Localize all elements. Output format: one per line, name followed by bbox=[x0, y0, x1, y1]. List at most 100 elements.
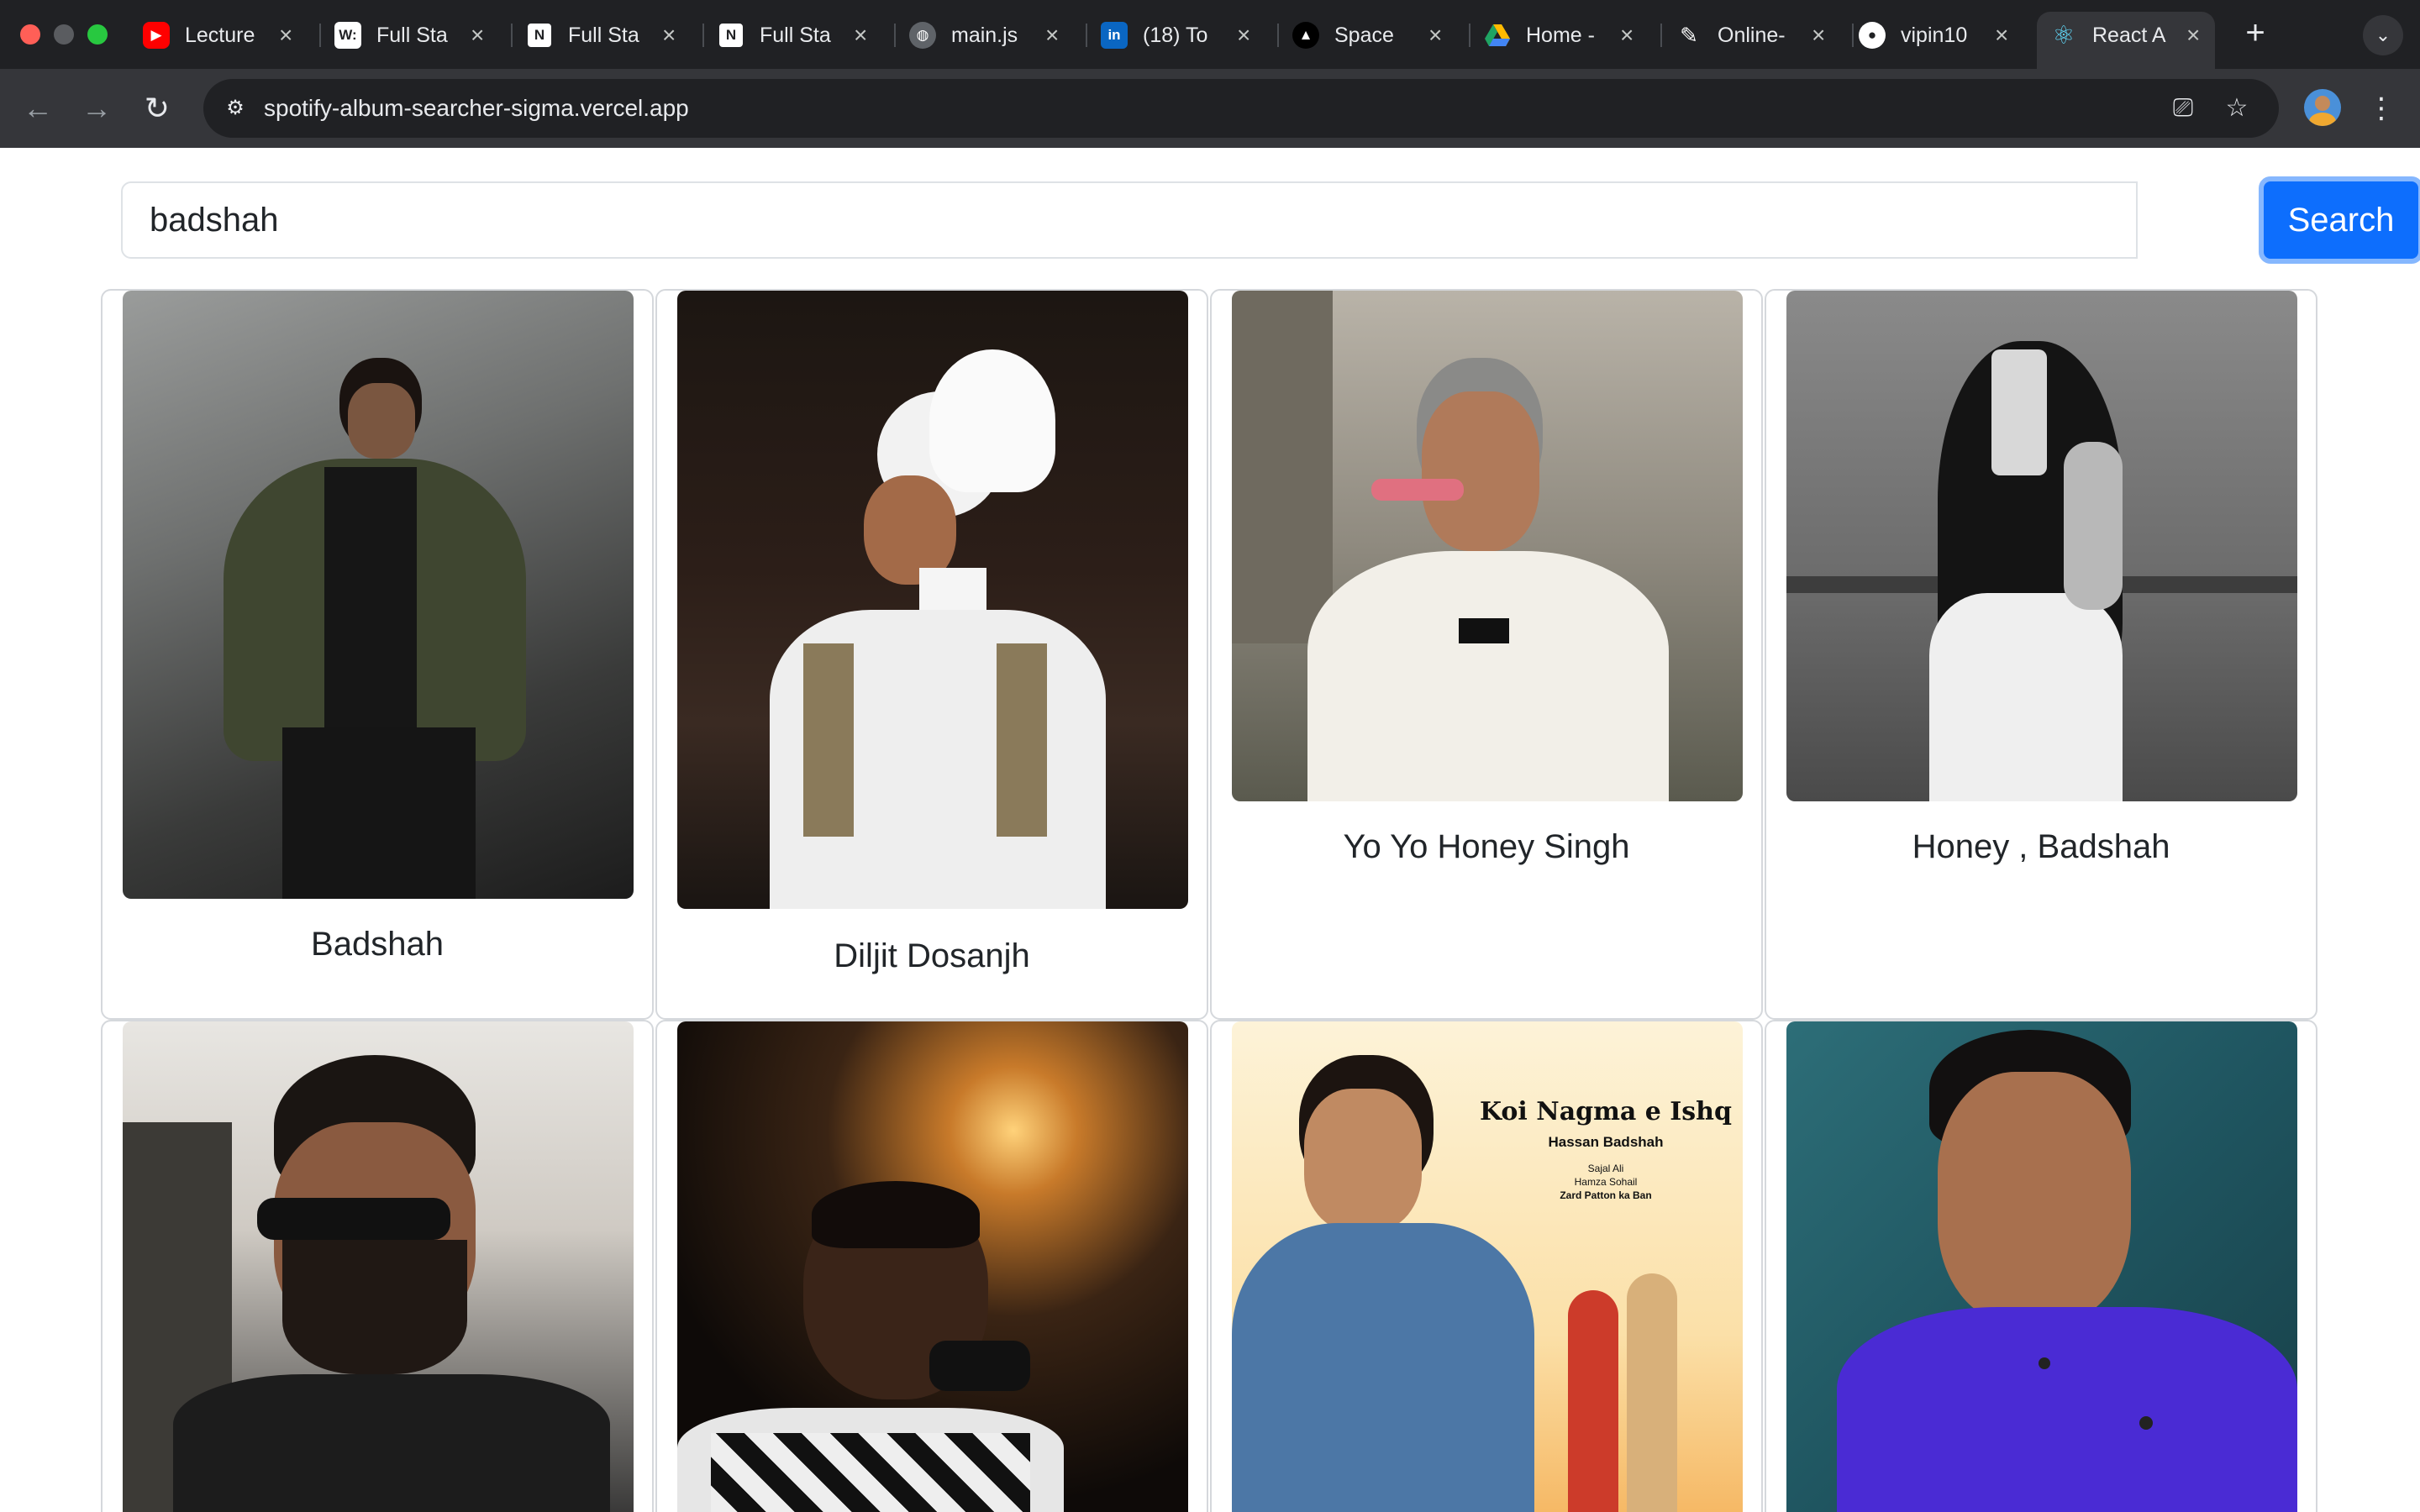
artist-card[interactable]: Diljit Dosanjh bbox=[655, 289, 1208, 1020]
tab-title: vipin10 bbox=[1901, 23, 1968, 47]
artist-name: Yo Yo Honey Singh bbox=[1343, 828, 1630, 865]
address-text[interactable]: spotify-album-searcher-sigma.vercel.app bbox=[264, 79, 689, 138]
poster-title: Koi Nagma e Ishq bbox=[1480, 1097, 1732, 1126]
artist-card[interactable]: Yo Yo Honey Singh bbox=[1210, 289, 1763, 1020]
triangle-logo-icon: ▲ bbox=[1292, 22, 1319, 49]
tab-full-stack-2[interactable]: N Full Sta × bbox=[526, 13, 676, 57]
page-content: Search Badshah Dil bbox=[0, 148, 2420, 1512]
search-form: Search bbox=[121, 176, 2420, 264]
tab-separator bbox=[894, 24, 896, 47]
tab-home-drive[interactable]: Home - × bbox=[1484, 13, 1634, 57]
tab-title: main.js bbox=[951, 23, 1018, 47]
poster-subtitle: Hassan Badshah bbox=[1548, 1134, 1664, 1150]
notion-icon: N bbox=[718, 22, 744, 49]
search-button[interactable]: Search bbox=[2259, 176, 2420, 264]
close-tab-icon[interactable]: × bbox=[854, 24, 867, 47]
artist-card[interactable] bbox=[655, 1020, 1208, 1512]
close-tab-icon[interactable]: × bbox=[1995, 24, 2008, 47]
tab-title: React A bbox=[2092, 23, 2166, 47]
globe-icon: ◍ bbox=[909, 22, 936, 49]
youtube-icon: ▶ bbox=[143, 22, 170, 49]
tab-separator bbox=[1086, 24, 1087, 47]
artist-name: Diljit Dosanjh bbox=[834, 937, 1030, 974]
w-letter-icon: W: bbox=[334, 22, 361, 49]
close-tab-icon[interactable]: × bbox=[1045, 24, 1059, 47]
tab-title: (18) To bbox=[1143, 23, 1208, 47]
artist-image bbox=[1786, 291, 2297, 801]
tab-strip: ▶ Lecture × W: Full Sta × N Full Sta × N… bbox=[0, 0, 2420, 69]
tab-title: Lecture bbox=[185, 23, 255, 47]
browser-chrome: ▶ Lecture × W: Full Sta × N Full Sta × N… bbox=[0, 0, 2420, 148]
tab-title: Full Sta bbox=[568, 23, 639, 47]
tab-separator bbox=[1277, 24, 1279, 47]
artist-name: Honey , Badshah bbox=[1912, 828, 2170, 865]
artist-image bbox=[677, 291, 1188, 909]
google-drive-icon bbox=[1484, 22, 1511, 49]
tab-search-button[interactable]: ⌄ bbox=[2363, 15, 2403, 55]
bookmark-star-icon[interactable]: ☆ bbox=[2217, 88, 2257, 129]
tab-space[interactable]: ▲ Space × bbox=[1292, 13, 1442, 57]
new-tab-button[interactable]: + bbox=[2235, 13, 2275, 54]
minimize-window-button[interactable] bbox=[54, 24, 74, 45]
tab-github[interactable]: ● vipin10 × bbox=[1859, 13, 2008, 57]
pen-tool-icon: ✎ bbox=[1680, 22, 1698, 48]
search-input[interactable] bbox=[121, 181, 2138, 259]
tab-title: Full Sta bbox=[376, 23, 448, 47]
close-tab-icon[interactable]: × bbox=[471, 24, 484, 47]
artist-card[interactable] bbox=[1765, 1020, 2317, 1512]
tab-separator bbox=[1469, 24, 1470, 47]
tab-separator bbox=[511, 24, 513, 47]
close-tab-icon[interactable]: × bbox=[1812, 24, 1825, 47]
tab-react-app[interactable]: ⚛ React A × bbox=[2050, 13, 2201, 57]
artist-image bbox=[123, 291, 634, 899]
poster-credit: Sajal Ali bbox=[1587, 1163, 1624, 1174]
close-tab-icon[interactable]: × bbox=[662, 24, 676, 47]
tab-online[interactable]: ✎ Online- × bbox=[1676, 13, 1825, 57]
close-tab-icon[interactable]: × bbox=[1620, 24, 1634, 47]
tab-title: Space bbox=[1334, 23, 1394, 47]
site-info-icon[interactable]: ⚙ bbox=[215, 88, 255, 129]
artist-name: Badshah bbox=[311, 926, 444, 963]
artist-image bbox=[123, 1021, 634, 1512]
linkedin-icon: in bbox=[1101, 22, 1128, 49]
tab-full-stack-3[interactable]: N Full Sta × bbox=[718, 13, 867, 57]
tab-lecture[interactable]: ▶ Lecture × bbox=[143, 13, 292, 57]
maximize-window-button[interactable] bbox=[87, 24, 108, 45]
close-tab-icon[interactable]: × bbox=[1428, 24, 1442, 47]
artist-image bbox=[677, 1021, 1188, 1512]
browser-toolbar: ← → ↻ ⚙ spotify-album-searcher-sigma.ver… bbox=[0, 69, 2420, 148]
tab-separator bbox=[319, 24, 321, 47]
notion-icon: N bbox=[526, 22, 553, 49]
install-app-icon[interactable]: ⎚ bbox=[2163, 88, 2203, 129]
address-bar[interactable]: ⚙ spotify-album-searcher-sigma.vercel.ap… bbox=[203, 79, 2279, 138]
tab-full-stack-1[interactable]: W: Full Sta × bbox=[334, 13, 484, 57]
close-tab-icon[interactable]: × bbox=[1237, 24, 1250, 47]
back-button[interactable]: ← bbox=[17, 87, 59, 129]
artist-image bbox=[1232, 291, 1743, 801]
tab-title: Full Sta bbox=[760, 23, 831, 47]
profile-avatar[interactable] bbox=[2304, 89, 2341, 126]
react-icon: ⚛ bbox=[2052, 21, 2075, 50]
tab-main-js[interactable]: ◍ main.js × bbox=[909, 13, 1059, 57]
close-tab-icon[interactable]: × bbox=[279, 24, 292, 47]
close-tab-icon[interactable]: × bbox=[2186, 24, 2200, 47]
reload-button[interactable]: ↻ bbox=[136, 87, 178, 129]
tab-title: Home - bbox=[1526, 23, 1595, 47]
artist-card[interactable] bbox=[101, 1020, 654, 1512]
github-icon: ● bbox=[1859, 22, 1886, 49]
poster-credit: Hamza Sohail bbox=[1574, 1176, 1638, 1188]
forward-button[interactable]: → bbox=[76, 87, 118, 129]
artist-card[interactable]: Honey , Badshah bbox=[1765, 289, 2317, 1020]
browser-menu-icon[interactable]: ⋮ bbox=[2365, 87, 2398, 129]
artist-card[interactable]: Koi Nagma e Ishq Hassan Badshah Sajal Al… bbox=[1210, 1020, 1763, 1512]
close-window-button[interactable] bbox=[20, 24, 40, 45]
tab-title: Online- bbox=[1718, 23, 1786, 47]
poster-credit: Zard Patton ka Ban bbox=[1560, 1189, 1652, 1201]
tab-separator bbox=[1660, 24, 1662, 47]
artist-card[interactable]: Badshah bbox=[101, 289, 654, 1020]
artist-image bbox=[1786, 1021, 2297, 1512]
artist-image: Koi Nagma e Ishq Hassan Badshah Sajal Al… bbox=[1232, 1021, 1743, 1512]
tab-separator bbox=[702, 24, 704, 47]
tab-separator bbox=[1852, 24, 1854, 47]
tab-linkedin[interactable]: in (18) To × bbox=[1101, 13, 1250, 57]
